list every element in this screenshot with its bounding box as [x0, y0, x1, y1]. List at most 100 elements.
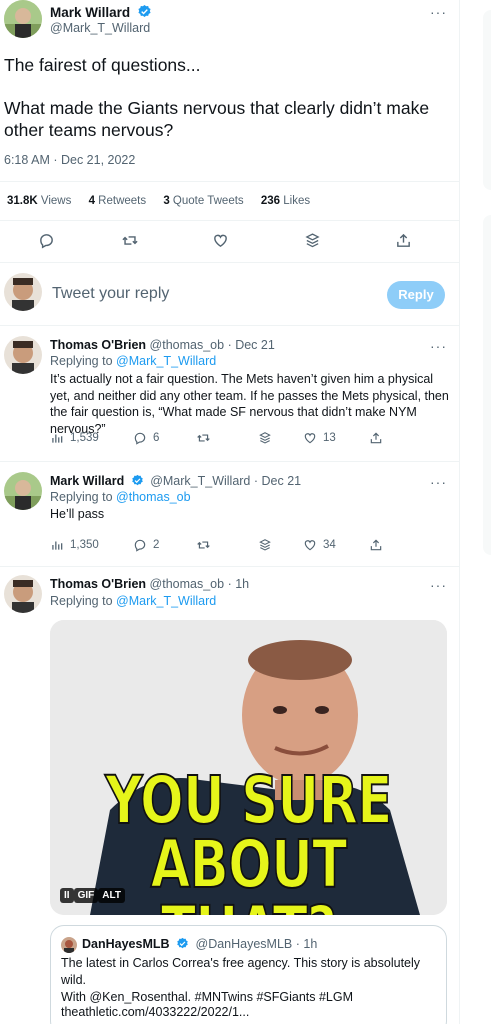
reply-header: Mark Willard @Mark_T_Willard · Dec 21	[50, 474, 301, 488]
avatar	[61, 937, 77, 953]
reply-input[interactable]: Tweet your reply	[52, 285, 169, 303]
quoted-tweet[interactable]: DanHayesMLB @DanHayesMLB · 1h The latest…	[50, 925, 447, 1024]
like-icon	[304, 540, 316, 551]
replying-to: Replying to @thomas_ob	[50, 490, 191, 504]
avatar[interactable]	[4, 575, 42, 613]
views-bar-icon	[52, 434, 63, 443]
mention-link[interactable]: @Mark_T_Willard	[116, 354, 216, 368]
gif-caption-line2: ABOUT THAT?	[150, 826, 348, 916]
likes-stat[interactable]: 236 Likes	[261, 195, 310, 207]
reply-action[interactable]: 2	[133, 538, 159, 552]
bookmark-action[interactable]	[258, 538, 272, 552]
share-icon	[370, 432, 382, 444]
verified-badge-icon	[138, 4, 151, 17]
more-options-icon[interactable]: ···	[430, 474, 447, 490]
divider	[0, 461, 460, 462]
reply-time[interactable]: · 1h	[228, 577, 250, 591]
sidebar-card	[483, 10, 491, 190]
retweet-icon	[197, 541, 210, 549]
avatar-photo	[4, 0, 42, 38]
alt-text-button[interactable]: ALT	[98, 888, 125, 903]
sidebar-card	[483, 215, 491, 555]
quote-author-handle: @DanHayesMLB	[195, 937, 293, 951]
more-options-icon[interactable]: ···	[430, 338, 447, 354]
quote-tweets-stat[interactable]: 3 Quote Tweets	[163, 195, 243, 207]
retweet-icon[interactable]	[121, 232, 139, 249]
replying-to: Replying to @Mark_T_Willard	[50, 594, 217, 608]
views-action[interactable]: 1,539	[50, 431, 99, 445]
divider	[0, 220, 460, 221]
bookmark-action[interactable]	[258, 431, 272, 445]
retweets-stat[interactable]: 4 Retweets	[89, 195, 147, 207]
reply-time[interactable]: · Dec 21	[254, 474, 301, 488]
author-handle[interactable]: @Mark_T_Willard	[150, 474, 250, 488]
bookmark-layers-icon	[259, 539, 271, 551]
quote-text-line2: With @Ken_Rosenthal. #MNTwins #SFGiants …	[61, 990, 354, 1004]
retweet-icon	[197, 434, 210, 442]
quote-author-name: DanHayesMLB	[82, 937, 170, 951]
gif-media[interactable]: YOU SURE ABOUT THAT?	[50, 620, 447, 915]
avatar[interactable]	[4, 273, 42, 311]
tweet-text-2: What made the Giants nervous that clearl…	[4, 98, 430, 140]
reply-icon	[134, 432, 146, 445]
avatar-photo	[4, 336, 42, 374]
like-icon[interactable]	[212, 232, 229, 249]
tweet-stats: 31.8K Views 4 Retweets 3 Quote Tweets 23…	[7, 195, 310, 207]
verified-badge-icon	[177, 937, 188, 949]
views-action[interactable]: 1,350	[50, 538, 99, 552]
reply-header: Thomas O'Brien @thomas_ob · 1h	[50, 577, 249, 591]
tweet-thread: Mark Willard @Mark_T_Willard ··· The fai…	[0, 0, 460, 1024]
author-handle[interactable]: @thomas_ob	[150, 577, 225, 591]
quote-text: The latest in Carlos Correa's free agenc…	[61, 955, 441, 1006]
divider	[0, 566, 460, 567]
column-divider	[459, 0, 460, 1024]
more-options-icon[interactable]: ···	[430, 4, 447, 20]
like-action[interactable]: 13	[303, 431, 336, 445]
mention-link[interactable]: @Mark_T_Willard	[116, 594, 216, 608]
author-handle[interactable]: @Mark_T_Willard	[50, 21, 150, 35]
avatar-photo	[4, 273, 42, 311]
share-action[interactable]	[369, 538, 383, 552]
reply-action[interactable]: 6	[133, 431, 159, 445]
tweet-timestamp[interactable]: 6:18 AM · Dec 21, 2022	[4, 153, 135, 167]
views-stat[interactable]: 31.8K Views	[7, 195, 71, 207]
author-name-row[interactable]: Mark Willard	[50, 4, 152, 20]
divider	[0, 181, 460, 182]
replying-to: Replying to @Mark_T_Willard	[50, 354, 217, 368]
quote-link[interactable]: theathletic.com/4033222/2022/1...	[61, 1005, 249, 1019]
tweet-text-1: The fairest of questions...	[4, 55, 201, 75]
share-icon[interactable]	[395, 232, 412, 249]
share-icon	[370, 539, 382, 551]
author-handle[interactable]: @thomas_ob	[150, 338, 225, 352]
reply-icon[interactable]	[38, 232, 55, 249]
bookmark-layers-icon[interactable]	[304, 232, 321, 249]
retweet-action[interactable]	[196, 538, 211, 552]
gif-caption-line1: YOU SURE	[105, 762, 394, 839]
avatar-photo	[4, 472, 42, 510]
retweet-action[interactable]	[196, 431, 211, 445]
author-name[interactable]: Mark Willard	[50, 474, 124, 488]
gif-badge: GIF	[73, 888, 99, 903]
author-name[interactable]: Thomas O'Brien	[50, 577, 146, 591]
bookmark-layers-icon	[259, 432, 271, 444]
share-action[interactable]	[369, 431, 383, 445]
quote-text-line1: The latest in Carlos Correa's free agenc…	[61, 956, 421, 987]
reply-icon	[134, 539, 146, 552]
gif-badges: II GIF ALT	[60, 888, 125, 903]
author-name[interactable]: Mark Willard	[50, 5, 130, 20]
mention-link[interactable]: @thomas_ob	[116, 490, 191, 504]
reply-time[interactable]: · Dec 21	[228, 338, 275, 352]
avatar-photo	[4, 575, 42, 613]
reply-text: He’ll pass	[50, 507, 105, 521]
divider	[0, 325, 460, 326]
more-options-icon[interactable]: ···	[430, 577, 447, 593]
avatar-photo	[61, 937, 77, 953]
avatar[interactable]	[4, 336, 42, 374]
author-name[interactable]: Thomas O'Brien	[50, 338, 146, 352]
reply-button[interactable]: Reply	[387, 281, 445, 309]
pause-gif-button[interactable]: II	[60, 888, 74, 903]
views-bar-icon	[52, 541, 63, 550]
like-action[interactable]: 34	[303, 538, 336, 552]
avatar[interactable]	[4, 472, 42, 510]
avatar[interactable]	[4, 0, 42, 38]
